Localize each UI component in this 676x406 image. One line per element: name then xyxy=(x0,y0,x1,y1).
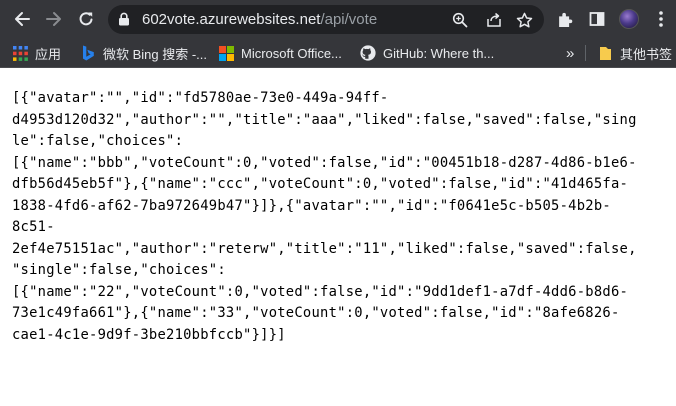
menu-kebab-icon[interactable] xyxy=(650,8,672,30)
json-line: [{"name":"22","voteCount":0,"voted":fals… xyxy=(12,283,629,300)
bookmark-github[interactable]: GitHub: Where th... xyxy=(360,43,494,63)
url-path: /api/vote xyxy=(320,11,378,28)
overflow-chevron-icon: » xyxy=(566,44,575,62)
microsoft-icon xyxy=(218,45,234,61)
page-content: [{"avatar":"","id":"fd5780ae-73e0-449a-9… xyxy=(0,68,676,406)
extensions-icon[interactable] xyxy=(554,8,576,30)
url-host: 602vote.azurewebsites.net xyxy=(142,11,321,28)
json-line: d4953d120d32","author":"","title":"aaa",… xyxy=(12,111,637,128)
reload-button[interactable] xyxy=(72,5,100,33)
bookmarks-divider xyxy=(585,45,586,61)
back-arrow-icon xyxy=(15,12,30,26)
json-line: cae1-4c1e-9d9f-3be210bbfccb"}]}] xyxy=(12,326,286,343)
json-line: le":false,"choices": xyxy=(12,133,184,149)
json-line: 1838-4fd6-af62-7ba972649b47"}]},{"avatar… xyxy=(12,197,611,214)
address-bar[interactable]: 602vote.azurewebsites.net/api/vote xyxy=(108,5,544,34)
bookmark-label: GitHub: Where th... xyxy=(383,45,495,61)
json-line: "single":false,"choices": xyxy=(12,262,226,278)
json-line: 8c51- xyxy=(12,219,55,235)
side-panel-icon[interactable] xyxy=(586,8,608,30)
bookmarks-bar: 应用 微软 Bing 搜索 -... Microsoft Office... G… xyxy=(0,38,676,68)
bookmark-label: Microsoft Office... xyxy=(241,45,342,61)
bookmark-star-icon[interactable] xyxy=(514,10,534,30)
apps-grid-icon xyxy=(12,45,28,61)
json-line: 73e1c49fa661"},{"name":"33","voteCount":… xyxy=(12,305,620,321)
bookmark-label: 微软 Bing 搜索 -... xyxy=(103,46,208,62)
forward-arrow-icon xyxy=(46,12,61,26)
json-response-text: [{"avatar":"","id":"fd5780ae-73e0-449a-9… xyxy=(12,88,672,346)
share-icon[interactable] xyxy=(484,10,504,30)
bookmark-office[interactable]: Microsoft Office... xyxy=(218,43,342,63)
back-button[interactable] xyxy=(8,5,36,33)
bookmark-apps[interactable]: 应用 xyxy=(12,43,61,63)
reload-icon xyxy=(79,12,93,26)
profile-avatar[interactable] xyxy=(619,9,639,29)
bookmark-label: 应用 xyxy=(35,46,62,62)
url-text[interactable]: 602vote.azurewebsites.net/api/vote xyxy=(142,11,377,28)
browser-toolbar: 602vote.azurewebsites.net/api/vote xyxy=(0,0,676,38)
zoom-icon[interactable] xyxy=(450,10,470,30)
github-icon xyxy=(360,45,376,61)
json-line: [{"name":"bbb","voteCount":0,"voted":fal… xyxy=(12,154,637,171)
bookmark-other-folder[interactable]: 其他书签 xyxy=(597,43,672,63)
json-line: [{"avatar":"","id":"fd5780ae-73e0-449a-9… xyxy=(12,90,389,106)
forward-button[interactable] xyxy=(40,5,68,33)
bookmark-label: 其他书签 xyxy=(620,46,673,62)
lock-icon[interactable] xyxy=(118,12,130,26)
bing-icon xyxy=(80,45,96,61)
json-line: 2ef4e75151ac","author":"reterw","title":… xyxy=(12,240,637,257)
bookmark-bing[interactable]: 微软 Bing 搜索 -... xyxy=(80,43,207,63)
bookmarks-overflow-button[interactable]: » xyxy=(566,43,574,63)
json-line: dfb56d45eb5f"},{"name":"ccc","voteCount"… xyxy=(12,176,629,192)
folder-icon xyxy=(597,45,613,61)
